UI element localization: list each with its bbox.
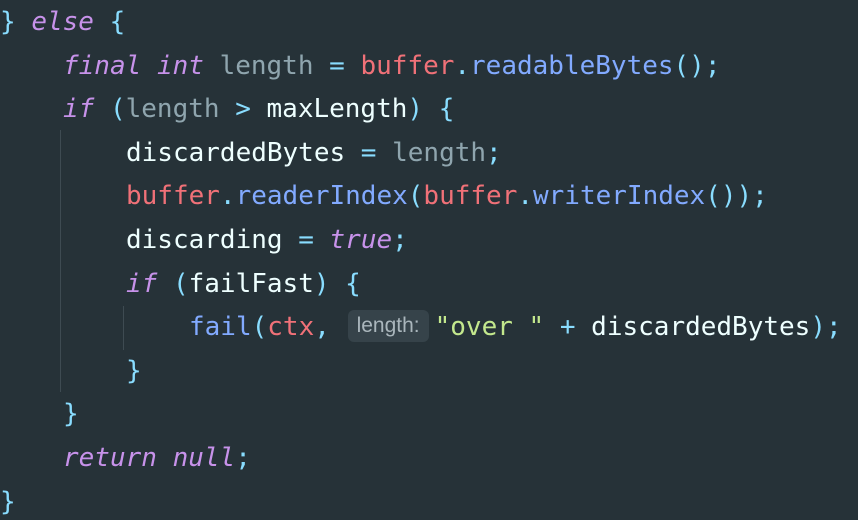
code-token: .: [219, 181, 236, 212]
code-token: writerIndex: [533, 181, 706, 212]
code-line[interactable]: } else {: [0, 0, 125, 44]
code-token: discardedBytes: [126, 137, 346, 168]
code-token: failFast: [188, 268, 314, 299]
code-line[interactable]: return null;: [63, 436, 251, 480]
code-token: buffer: [126, 181, 220, 212]
code-token: ());: [705, 181, 768, 212]
code-token: }: [0, 7, 32, 37]
code-token: buffer: [423, 181, 518, 212]
code-token: maxLength: [266, 94, 408, 125]
code-token: (: [157, 268, 189, 299]
code-token: length: [219, 50, 314, 81]
indent-guide-if-failfast: [123, 306, 124, 350]
code-line[interactable]: final int length = buffer.readableBytes(…: [63, 44, 721, 88]
parameter-hint: length:: [347, 309, 429, 342]
code-token: .: [454, 50, 471, 81]
code-line[interactable]: discardedBytes = length;: [126, 131, 502, 175]
code-line[interactable]: if (length > maxLength) {: [63, 87, 454, 131]
code-token: null: [172, 443, 236, 473]
code-token: );: [810, 312, 842, 343]
code-line[interactable]: }: [0, 480, 16, 520]
code-token: buffer: [360, 50, 455, 81]
code-token: }: [126, 355, 142, 386]
code-line[interactable]: }: [63, 392, 79, 436]
code-token: >: [219, 94, 267, 125]
code-token: final: [63, 50, 142, 81]
indent-guide-if-length: [60, 130, 61, 392]
code-line[interactable]: discarding = true;: [126, 218, 408, 262]
code-line[interactable]: if (failFast) {: [126, 262, 361, 306]
code-token: readerIndex: [235, 181, 408, 212]
code-token: if: [63, 94, 95, 125]
code-token: ) {: [313, 268, 361, 299]
code-token: else: [31, 7, 94, 37]
code-line[interactable]: }: [126, 349, 142, 393]
code-token: length: [392, 137, 487, 168]
code-token: =: [282, 225, 330, 255]
code-token: fail: [189, 312, 252, 343]
code-token: +: [544, 312, 592, 343]
code-token: {: [93, 7, 126, 37]
code-token: ,: [314, 312, 330, 343]
code-token: ;: [235, 443, 251, 473]
code-token: "over ": [434, 312, 545, 343]
code-token: readableBytes: [470, 50, 674, 81]
code-token: (: [94, 94, 126, 125]
code-token: =: [345, 137, 393, 168]
code-token: }: [0, 486, 16, 517]
code-token: if: [126, 268, 158, 299]
code-line[interactable]: buffer.readerIndex(buffer.writerIndex())…: [126, 174, 768, 218]
code-token: return: [63, 443, 157, 473]
code-token: ctx: [267, 312, 315, 343]
code-token: length: [125, 94, 220, 125]
code-token: discardedBytes: [591, 312, 811, 343]
code-token: ;: [392, 225, 408, 255]
code-token: true: [329, 225, 393, 255]
code-token: int: [156, 50, 204, 81]
code-token: }: [63, 399, 79, 430]
code-token: (: [407, 181, 424, 212]
code-token: ;: [486, 137, 502, 168]
code-editor[interactable]: } else {final int length = buffer.readab…: [0, 0, 858, 520]
code-token: discarding: [126, 225, 283, 255]
code-line[interactable]: fail(ctx, length: "over " + discardedByte…: [189, 305, 842, 349]
code-token: .: [517, 181, 533, 212]
code-token: =: [313, 50, 361, 81]
code-token: (: [251, 312, 268, 343]
code-token: ();: [673, 50, 721, 81]
code-token: ) {: [407, 94, 455, 125]
